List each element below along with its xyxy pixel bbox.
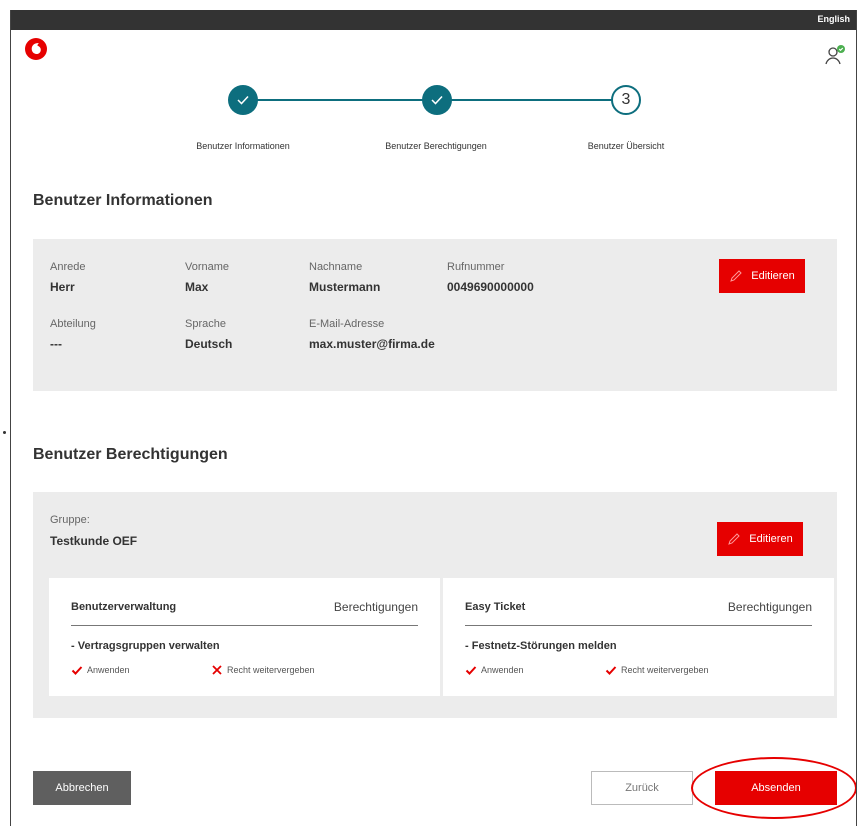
step-3-current: 3 [611, 85, 641, 115]
permission-apply-label: Anwenden [87, 665, 130, 675]
field-value: Max [185, 280, 209, 294]
field-label: Vorname [185, 261, 230, 273]
step-connector [257, 99, 437, 101]
field-value: Deutsch [185, 337, 233, 351]
permission-apply: Anwenden [71, 664, 130, 676]
pencil-icon [730, 270, 742, 282]
field-label: Nachname [309, 261, 363, 273]
section-title-info: Benutzer Informationen [33, 192, 213, 209]
field-label: Rufnummer [447, 261, 505, 273]
permission-apply: Anwenden [465, 664, 524, 676]
group-label: Gruppe: [50, 514, 90, 526]
info-panel: Anrede Herr Vorname Max Nachname Musterm… [33, 239, 837, 391]
back-button[interactable]: Zurück [591, 771, 693, 805]
app-window: English 3 Benutzer Informationen Benutze… [10, 10, 857, 826]
card-divider [71, 625, 418, 626]
language-switch-link[interactable]: English [817, 14, 850, 24]
permission-apply-label: Anwenden [481, 665, 524, 675]
cancel-button[interactable]: Abbrechen [33, 771, 131, 805]
check-icon [465, 666, 477, 675]
step-label: Benutzer Informationen [196, 141, 290, 151]
field-label: E-Mail-Adresse [309, 318, 385, 330]
step-number: 3 [621, 91, 631, 108]
check-icon [237, 95, 249, 105]
field-label: Abteilung [50, 318, 96, 330]
cross-icon [212, 665, 222, 675]
field-label: Anrede [50, 261, 86, 273]
permission-delegate: Recht weitervergeben [211, 664, 315, 676]
card-title: Easy Ticket [465, 601, 526, 613]
step-label: Benutzer Übersicht [587, 141, 665, 151]
card-title: Benutzerverwaltung [71, 601, 177, 613]
section-title-permissions: Benutzer Berechtigungen [33, 446, 228, 463]
group-value: Testkunde OEF [50, 534, 138, 548]
step-connector [435, 99, 623, 101]
pencil-icon [728, 533, 740, 545]
user-check-icon[interactable] [824, 44, 846, 66]
permission-card-easy-ticket: Easy Ticket Berechtigungen - Festnetz-St… [443, 578, 834, 696]
permission-delegate: Recht weitervergeben [605, 664, 709, 676]
permission-delegate-label: Recht weitervergeben [227, 665, 315, 675]
permission-card-benutzerverwaltung: Benutzerverwaltung Berechtigungen - Vert… [49, 578, 440, 696]
permissions-panel: Gruppe: Testkunde OEF Editieren Benutzer… [33, 492, 837, 718]
permission-item: - Vertragsgruppen verwalten [71, 640, 220, 652]
step-2-done[interactable] [422, 85, 452, 115]
permission-delegate-label: Recht weitervergeben [621, 665, 709, 675]
card-header-right: Berechtigungen [333, 600, 418, 614]
edit-permissions-button[interactable]: Editieren [717, 522, 803, 556]
step-label: Benutzer Berechtigungen [385, 141, 487, 151]
card-header-right: Berechtigungen [727, 600, 812, 614]
field-label: Sprache [185, 318, 226, 330]
field-value: 0049690000000 [447, 280, 534, 294]
check-icon [431, 95, 443, 105]
vodafone-logo[interactable] [25, 38, 47, 60]
check-icon [605, 666, 617, 675]
step-1-done[interactable] [228, 85, 258, 115]
stray-dot [3, 431, 6, 434]
check-icon [71, 666, 83, 675]
field-value: --- [50, 337, 62, 351]
field-value: Mustermann [309, 280, 381, 294]
field-value: max.muster@firma.de [309, 337, 435, 351]
top-bar: English [11, 10, 856, 30]
highlight-ellipse-annotation [691, 757, 856, 819]
progress-stepper: 3 Benutzer Informationen Benutzer Berech… [11, 85, 856, 165]
card-divider [465, 625, 812, 626]
permission-item: - Festnetz-Störungen melden [465, 640, 617, 652]
field-value: Herr [50, 280, 75, 294]
edit-label: Editieren [751, 270, 795, 282]
edit-label: Editieren [749, 533, 793, 545]
edit-info-button[interactable]: Editieren [719, 259, 805, 293]
